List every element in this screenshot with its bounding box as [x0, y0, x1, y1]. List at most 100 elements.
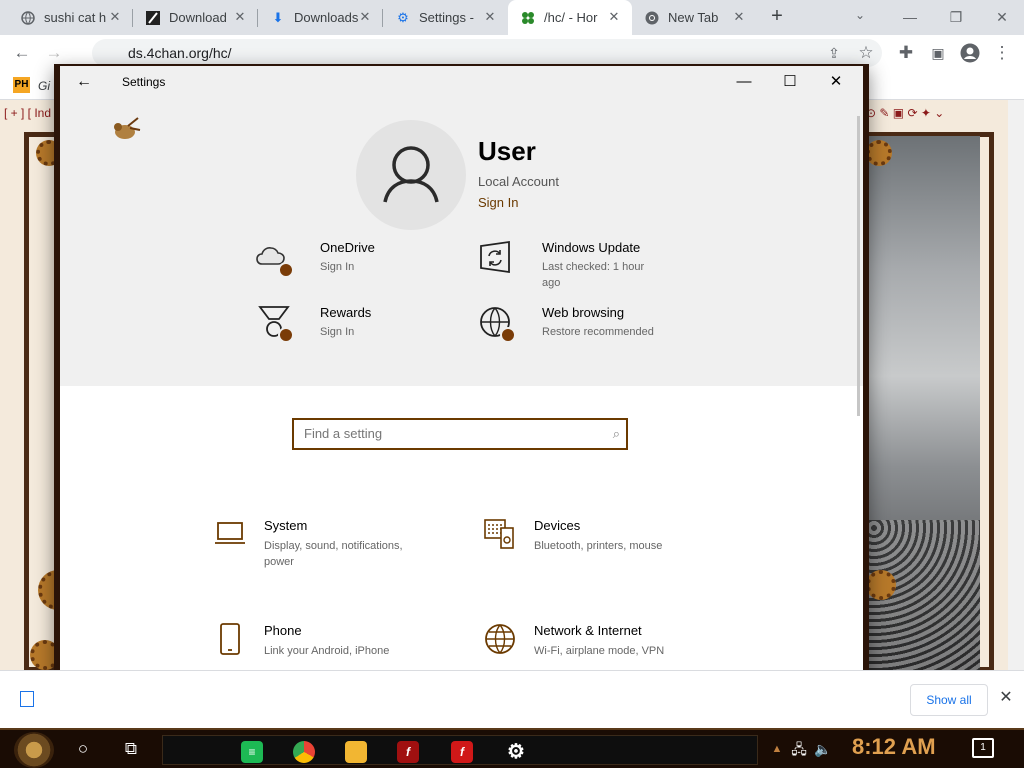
- menu-icon[interactable]: ⋮: [990, 41, 1014, 65]
- spreadsheet-app-icon[interactable]: ≡: [241, 741, 263, 763]
- tab-settings[interactable]: ⚙ Settings - ✕: [383, 0, 508, 35]
- chevron-down-icon[interactable]: ⌄: [855, 8, 871, 24]
- back-arrow-button[interactable]: ←: [74, 72, 94, 92]
- taskbar-apps: ≡ f f ⚙: [162, 735, 758, 765]
- tab-downloads[interactable]: ⬇ Downloads ✕: [258, 0, 383, 35]
- close-icon[interactable]: ✕: [731, 9, 747, 25]
- category-title: Phone: [264, 623, 302, 638]
- account-header: User Local Account Sign In OneDrive Sign…: [60, 98, 863, 386]
- task-view-icon[interactable]: ⧉: [120, 738, 142, 760]
- cortana-icon[interactable]: ○: [72, 738, 94, 760]
- status-badge: [500, 327, 516, 343]
- close-icon[interactable]: ✕: [107, 9, 123, 25]
- status-badge: [278, 262, 294, 278]
- settings-scrollbar[interactable]: [857, 116, 860, 416]
- category-title: System: [264, 518, 308, 533]
- keyboard-speaker-icon: [484, 518, 516, 550]
- close-icon[interactable]: ✕: [996, 688, 1016, 708]
- forward-button[interactable]: →: [42, 41, 66, 65]
- minimize-button[interactable]: —: [898, 6, 922, 28]
- file-explorer-icon[interactable]: [345, 741, 367, 763]
- download-bar: Show all ✕: [0, 670, 1024, 728]
- maximize-button[interactable]: ☐: [778, 70, 802, 94]
- title-bar: ← Settings — ☐ ✕: [60, 66, 863, 98]
- gear-ornament-icon: [866, 140, 892, 166]
- windows-update-tile[interactable]: Windows Update Last checked: 1 hour ago: [478, 240, 688, 290]
- status-badge: [278, 327, 294, 343]
- minimize-button[interactable]: —: [732, 70, 756, 94]
- category-subtitle: Display, sound, notifications, power: [264, 540, 403, 568]
- network-globe-icon: [484, 623, 516, 655]
- web-browsing-tile[interactable]: Web browsing Restore recommended: [478, 305, 688, 355]
- quick-action-title: Rewards: [320, 305, 372, 320]
- profile-icon[interactable]: [958, 41, 982, 65]
- notification-count: 1: [980, 742, 986, 753]
- network-tray-icon[interactable]: 🖧: [788, 738, 810, 760]
- rewards-tile[interactable]: Rewards Sign In: [256, 305, 466, 355]
- chrome-icon: [644, 10, 660, 26]
- close-icon[interactable]: ✕: [232, 9, 248, 25]
- search-icon: ⌕: [612, 426, 620, 441]
- quick-action-subtitle: Sign In: [320, 261, 355, 273]
- quick-action-subtitle: Sign In: [320, 326, 355, 338]
- sign-in-link[interactable]: Sign In: [478, 195, 518, 210]
- category-subtitle: Bluetooth, printers, mouse: [534, 540, 663, 552]
- page-scrollbar[interactable]: [1008, 100, 1024, 670]
- start-button[interactable]: [14, 732, 54, 768]
- chrome-app-icon[interactable]: [293, 741, 315, 763]
- phone-icon: [214, 623, 246, 655]
- laptop-icon: [214, 518, 246, 550]
- tab-download[interactable]: Download ✕: [133, 0, 258, 35]
- notification-center-icon[interactable]: 1: [972, 738, 994, 758]
- close-icon[interactable]: ✕: [606, 9, 622, 25]
- globe-icon: [20, 10, 36, 26]
- window-title: Settings: [122, 75, 166, 89]
- tray-chevron-icon[interactable]: ▲: [766, 738, 788, 760]
- flash-app-icon[interactable]: f: [451, 741, 473, 763]
- quick-action-subtitle: Last checked: 1 hour ago: [542, 261, 645, 289]
- volume-muted-icon[interactable]: 🔈: [812, 738, 834, 760]
- onedrive-tile[interactable]: OneDrive Sign In: [256, 240, 466, 290]
- quick-action-title: OneDrive: [320, 240, 375, 255]
- clock[interactable]: 8:12 AM: [852, 734, 952, 760]
- file-icon[interactable]: [20, 691, 34, 707]
- flash-app-icon[interactable]: f: [397, 741, 419, 763]
- restore-button[interactable]: ❐: [944, 6, 968, 28]
- gear-ornament-icon: [866, 570, 896, 600]
- side-panel-icon[interactable]: ▣: [926, 41, 950, 65]
- account-type: Local Account: [478, 174, 559, 189]
- user-name: User: [478, 136, 536, 166]
- download-icon: ⬇: [272, 9, 284, 25]
- tab-new-tab[interactable]: New Tab ✕: [632, 0, 757, 35]
- settings-window: ← Settings — ☐ ✕ User Local Account Sign…: [54, 64, 869, 705]
- show-all-button[interactable]: Show all: [910, 684, 988, 716]
- close-button[interactable]: ✕: [824, 70, 848, 94]
- category-devices[interactable]: Devices Bluetooth, printers, mouse: [484, 518, 714, 578]
- new-tab-button[interactable]: +: [766, 6, 788, 28]
- settings-content: ← Settings — ☐ ✕ User Local Account Sign…: [60, 66, 863, 696]
- category-title: Devices: [534, 518, 581, 533]
- tab-hc-active[interactable]: /hc/ - Hor ✕: [508, 0, 632, 35]
- download-page-icon: [145, 10, 161, 26]
- bookmark-label[interactable]: Gi: [38, 79, 50, 93]
- close-window-button[interactable]: ✕: [990, 6, 1014, 28]
- settings-app-icon[interactable]: ⚙: [505, 741, 527, 763]
- quick-action-title: Web browsing: [542, 305, 625, 320]
- star-icon[interactable]: ☆: [854, 41, 878, 65]
- quick-action-title: Windows Update: [542, 240, 641, 255]
- close-icon[interactable]: ✕: [482, 9, 498, 25]
- avatar[interactable]: [356, 120, 466, 230]
- share-icon[interactable]: ⇪: [822, 41, 846, 65]
- quick-action-subtitle: Restore recommended: [542, 326, 654, 338]
- search-input[interactable]: Find a setting ⌕: [292, 418, 628, 450]
- tab-sushi-cat[interactable]: sushi cat h ✕: [8, 0, 133, 35]
- bookmark-badge[interactable]: PH: [13, 77, 30, 93]
- search-placeholder: Find a setting: [304, 426, 383, 441]
- extensions-icon[interactable]: ✚: [894, 41, 918, 65]
- category-system[interactable]: System Display, sound, notifications, po…: [214, 518, 444, 578]
- back-button[interactable]: ←: [10, 41, 34, 65]
- address-bar[interactable]: ds.4chan.org/hc/: [92, 39, 882, 67]
- board-tool-icons[interactable]: ⊙ ✎ ▣ ⟳ ✦ ⌄: [866, 106, 1006, 124]
- taskbar: ○ ⧉ ≡ f f ⚙ ▲ 🖧 🔈 8:12 AM 1: [0, 728, 1024, 768]
- close-icon[interactable]: ✕: [357, 9, 373, 25]
